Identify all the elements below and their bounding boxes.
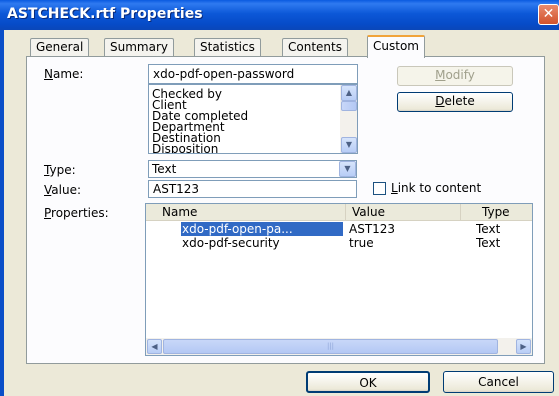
- scroll-thumb[interactable]: [341, 101, 357, 111]
- property-type-cell: Text: [476, 222, 501, 236]
- table-row[interactable]: xdo-pdf-open-pa... AST123 Text: [146, 222, 532, 236]
- grip-icon: |||: [326, 342, 335, 350]
- type-select[interactable]: Text ▼: [148, 160, 357, 178]
- type-label: Type:: [44, 163, 76, 177]
- chevron-up-icon: ▲: [345, 88, 353, 97]
- window-frame-left: [0, 30, 4, 396]
- modify-button[interactable]: Modify: [397, 66, 513, 86]
- column-header-type[interactable]: Type: [461, 204, 532, 221]
- tab-statistics[interactable]: Statistics: [194, 38, 261, 57]
- close-icon: ✕: [542, 6, 555, 22]
- chevron-down-icon: ▼: [345, 140, 353, 149]
- tab-custom[interactable]: Custom: [367, 35, 425, 58]
- column-header-value[interactable]: Value: [346, 204, 461, 221]
- properties-hscrollbar[interactable]: ◀ ||| ▶: [146, 338, 532, 355]
- scroll-thumb[interactable]: |||: [163, 339, 498, 354]
- ok-button[interactable]: OK: [306, 371, 430, 393]
- window-title: ASTCHECK.rtf Properties: [7, 6, 203, 22]
- chevron-left-icon: ◀: [151, 342, 158, 351]
- scroll-up-button[interactable]: ▲: [341, 85, 357, 101]
- value-input[interactable]: AST123: [148, 180, 357, 198]
- properties-label: Properties:: [44, 206, 109, 220]
- chevron-down-icon: ▼: [344, 164, 351, 173]
- type-selected-value: Text: [152, 162, 177, 176]
- table-row[interactable]: xdo-pdf-security true Text: [146, 236, 532, 250]
- link-to-content-checkbox[interactable]: [373, 182, 386, 195]
- scroll-right-button[interactable]: ▶: [516, 339, 531, 354]
- properties-dialog: ASTCHECK.rtf Properties ✕ General Summar…: [0, 0, 559, 396]
- property-type-cell: Text: [476, 236, 501, 250]
- cancel-button[interactable]: Cancel: [443, 371, 554, 393]
- column-header-name[interactable]: Name: [146, 204, 346, 221]
- property-value-cell: true: [349, 236, 374, 250]
- type-dropdown-button[interactable]: ▼: [339, 161, 356, 177]
- scroll-left-button[interactable]: ◀: [147, 339, 162, 354]
- close-button[interactable]: ✕: [538, 4, 559, 25]
- scroll-down-button[interactable]: ▼: [341, 137, 357, 153]
- name-label: Name:: [44, 67, 84, 81]
- link-to-content-label[interactable]: Link to content: [391, 181, 481, 195]
- properties-list[interactable]: Name Value Type xdo-pdf-open-pa... AST12…: [145, 203, 533, 356]
- tab-contents[interactable]: Contents: [282, 38, 348, 57]
- chevron-right-icon: ▶: [520, 342, 527, 351]
- tab-general[interactable]: General: [30, 38, 90, 57]
- delete-button[interactable]: Delete: [397, 92, 513, 112]
- property-name-cell: xdo-pdf-open-pa...: [181, 222, 343, 236]
- property-name-cell: xdo-pdf-security: [182, 236, 280, 250]
- name-input[interactable]: xdo-pdf-open-password: [148, 64, 358, 84]
- list-item[interactable]: Disposition: [152, 143, 218, 153]
- title-bar[interactable]: ASTCHECK.rtf Properties ✕: [0, 0, 559, 30]
- name-options-list[interactable]: Checked by Client Date completed Departm…: [148, 84, 358, 154]
- name-list-scrollbar[interactable]: ▲ ▼: [340, 85, 357, 153]
- value-label: Value:: [44, 183, 81, 197]
- tab-summary[interactable]: Summary: [104, 38, 174, 57]
- properties-header: Name Value Type: [146, 204, 532, 221]
- property-value-cell: AST123: [349, 222, 396, 236]
